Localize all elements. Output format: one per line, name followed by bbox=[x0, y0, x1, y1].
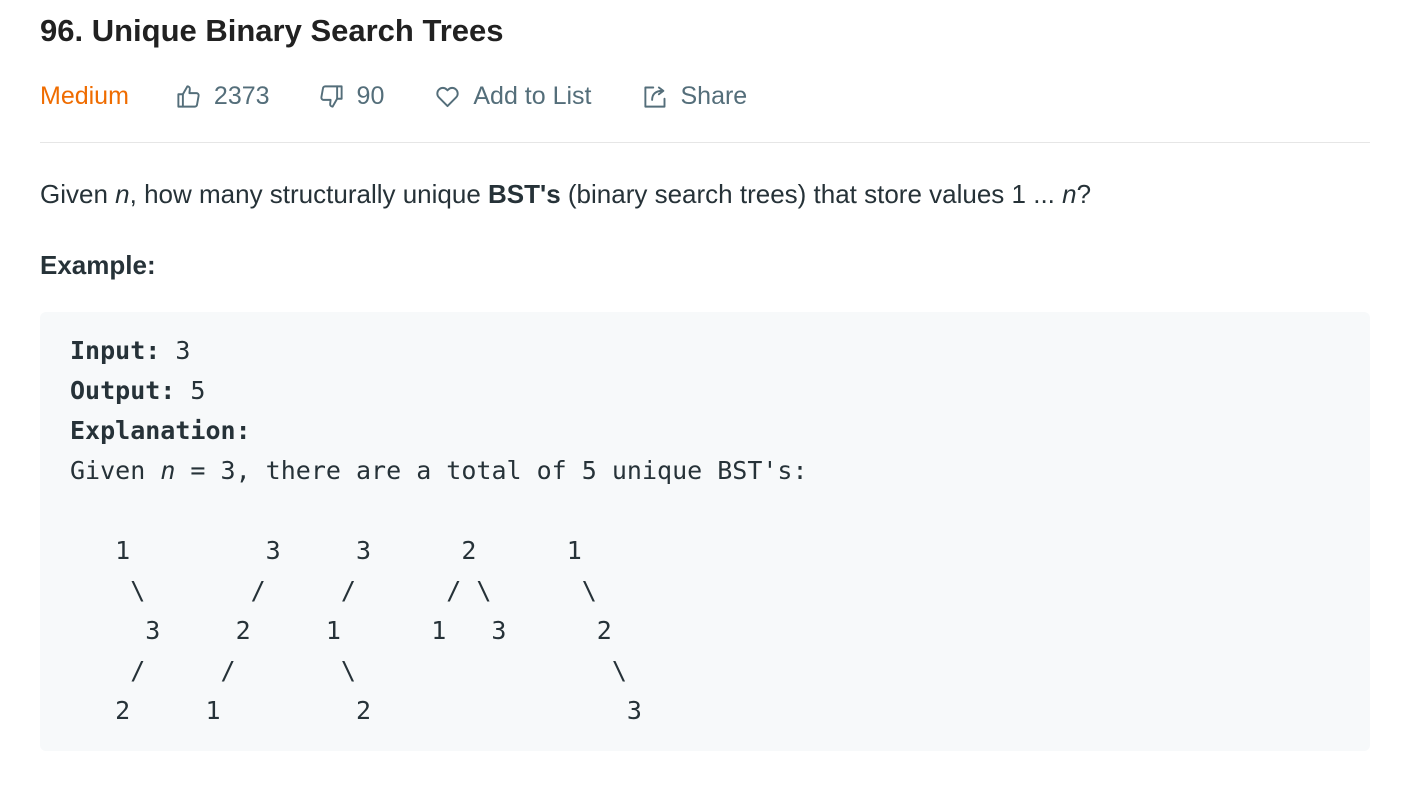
add-to-list-label: Add to List bbox=[473, 81, 592, 110]
explanation-text: = 3, there are a total of 5 unique BST's… bbox=[175, 456, 808, 485]
input-value: 3 bbox=[160, 336, 191, 365]
heart-icon bbox=[436, 86, 459, 107]
output-value: 5 bbox=[175, 376, 206, 405]
variable-n: n bbox=[1062, 179, 1077, 209]
like-button[interactable]: 2373 bbox=[175, 82, 270, 111]
thumbs-down-icon bbox=[319, 84, 343, 108]
problem-title: 96. Unique Binary Search Trees bbox=[40, 13, 504, 48]
tree-line: / / \ \ bbox=[70, 656, 627, 685]
variable-n: n bbox=[160, 456, 176, 485]
explanation-text: Given bbox=[70, 456, 161, 485]
header-divider bbox=[40, 142, 1370, 143]
bst-term: BST's bbox=[488, 179, 561, 209]
output-label: Output: bbox=[70, 376, 176, 405]
problem-description: Given n, how many structurally unique BS… bbox=[40, 175, 1091, 213]
description-text: ? bbox=[1076, 179, 1092, 209]
input-label: Input: bbox=[70, 336, 161, 365]
thumbs-up-icon bbox=[177, 84, 200, 108]
example-heading: Example: bbox=[40, 250, 156, 280]
variable-n: n bbox=[115, 179, 130, 209]
tree-line: \ / / / \ \ bbox=[70, 576, 597, 605]
share-button[interactable]: Share bbox=[642, 81, 748, 111]
tree-line: 1 3 3 2 1 bbox=[70, 536, 582, 565]
description-text: Given bbox=[40, 179, 116, 209]
share-icon bbox=[643, 86, 665, 108]
tree-line: 3 2 1 1 3 2 bbox=[70, 616, 612, 645]
dislikes-count: 90 bbox=[356, 81, 385, 110]
likes-count: 2373 bbox=[213, 81, 270, 110]
explanation-label: Explanation: bbox=[70, 416, 251, 445]
problem-meta-bar: Medium 2373 90 Add to List Share bbox=[40, 76, 747, 116]
problem-page: 96. Unique Binary Search Trees Medium 23… bbox=[0, 0, 1404, 804]
description-text: , how many structurally unique bbox=[129, 179, 489, 209]
dislike-button[interactable]: 90 bbox=[318, 81, 385, 111]
example-code: Input: 3 Output: 5 Explanation: Given n … bbox=[70, 331, 808, 731]
difficulty-label: Medium bbox=[40, 81, 129, 110]
add-to-list-button[interactable]: Add to List bbox=[434, 81, 592, 111]
description-text: (binary search trees) that store values … bbox=[560, 179, 1063, 209]
tree-line: 2 1 2 3 bbox=[70, 696, 642, 725]
share-label: Share bbox=[680, 81, 748, 110]
